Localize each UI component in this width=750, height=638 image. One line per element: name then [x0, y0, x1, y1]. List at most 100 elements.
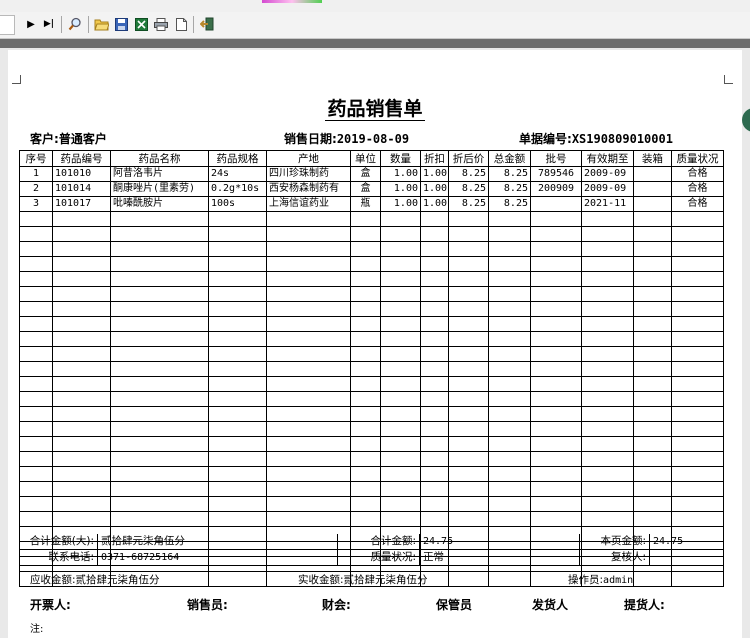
- empty-cell: [420, 496, 449, 512]
- empty-cell: [208, 481, 267, 497]
- cell-batch-no: [530, 196, 582, 212]
- empty-cell: [633, 361, 672, 377]
- empty-cell: [110, 241, 209, 257]
- empty-cell: [448, 466, 489, 482]
- empty-cell: [52, 451, 111, 467]
- save-button[interactable]: [112, 15, 130, 33]
- empty-cell: [208, 406, 267, 422]
- preview-toolbar: ▶ ▶|: [0, 12, 750, 39]
- receivable-info: 应收金额:贰拾肆元柒角伍分: [30, 574, 160, 586]
- empty-cell: [350, 271, 381, 287]
- page-number-input[interactable]: [0, 15, 15, 35]
- empty-cell: [671, 376, 724, 392]
- column-header: 折后价: [448, 150, 489, 167]
- empty-cell: [420, 421, 449, 437]
- empty-cell: [19, 226, 53, 242]
- empty-cell: [266, 496, 351, 512]
- empty-cell: [350, 376, 381, 392]
- open-button[interactable]: [92, 15, 110, 33]
- empty-cell: [581, 346, 634, 362]
- empty-cell: [350, 496, 381, 512]
- empty-cell: [671, 316, 724, 332]
- zoom-button[interactable]: [66, 15, 84, 33]
- empty-cell: [110, 481, 209, 497]
- empty-cell: [530, 421, 582, 437]
- empty-cell: [420, 286, 449, 302]
- empty-cell: [380, 286, 421, 302]
- table-row-empty: [19, 211, 724, 227]
- empty-cell: [420, 481, 449, 497]
- table-row-empty: [19, 331, 724, 347]
- empty-cell: [581, 391, 634, 407]
- empty-cell: [110, 316, 209, 332]
- empty-cell: [420, 361, 449, 377]
- empty-cell: [266, 241, 351, 257]
- empty-cell: [19, 211, 53, 227]
- empty-cell: [19, 511, 53, 527]
- signature-invoicer: 开票人:: [30, 598, 71, 612]
- print-button[interactable]: [152, 15, 170, 33]
- table-row-empty: [19, 256, 724, 272]
- empty-cell: [488, 421, 531, 437]
- empty-cell: [19, 271, 53, 287]
- empty-cell: [671, 361, 724, 377]
- empty-cell: [633, 346, 672, 362]
- empty-cell: [671, 241, 724, 257]
- empty-cell: [420, 256, 449, 272]
- empty-cell: [488, 406, 531, 422]
- empty-cell: [110, 256, 209, 272]
- empty-cell: [530, 331, 582, 347]
- empty-cell: [581, 331, 634, 347]
- empty-cell: [52, 511, 111, 527]
- empty-cell: [208, 256, 267, 272]
- empty-cell: [350, 421, 381, 437]
- summary-table: 合计金额(大): 贰拾肆元柒角伍分 合计金额: 24.75 本页金额: 24.7…: [19, 534, 724, 566]
- sales-items-table: 序号 药品编号 药品名称 药品规格 产地 单位 数量 折扣 折后价 总金额 批号…: [19, 150, 724, 587]
- empty-cell: [19, 316, 53, 332]
- empty-cell: [633, 421, 672, 437]
- table-row-empty: [19, 241, 724, 257]
- empty-cell: [488, 226, 531, 242]
- table-row-empty: [19, 376, 724, 392]
- empty-cell: [208, 286, 267, 302]
- empty-cell: [52, 241, 111, 257]
- quality-value: 正常: [419, 549, 580, 566]
- empty-cell: [581, 436, 634, 452]
- empty-cell: [208, 346, 267, 362]
- empty-cell: [110, 331, 209, 347]
- empty-cell: [581, 496, 634, 512]
- exit-button[interactable]: [198, 15, 216, 33]
- empty-cell: [19, 451, 53, 467]
- empty-cell: [208, 241, 267, 257]
- empty-cell: [208, 226, 267, 242]
- empty-cell: [208, 511, 267, 527]
- blank-page-icon: [175, 17, 187, 31]
- empty-cell: [380, 511, 421, 527]
- next-page-button[interactable]: ▶: [22, 15, 40, 33]
- table-row: 2 101014 酮康唑片(里素劳) 0.2g*10s 西安杨森制药有 盒 1.…: [19, 181, 724, 197]
- empty-cell: [208, 301, 267, 317]
- empty-cell: [420, 241, 449, 257]
- empty-cell: [380, 421, 421, 437]
- new-page-button[interactable]: [172, 15, 190, 33]
- play-icon: ▶: [27, 18, 35, 30]
- empty-cell: [530, 271, 582, 287]
- margin-mark-top-left: [12, 75, 21, 84]
- empty-cell: [208, 571, 267, 587]
- column-header: 总金额: [488, 150, 531, 167]
- last-page-button[interactable]: ▶|: [40, 15, 58, 33]
- empty-cell: [633, 571, 672, 587]
- export-excel-button[interactable]: [132, 15, 150, 33]
- empty-cell: [581, 361, 634, 377]
- phone-label: 联系电话:: [19, 549, 98, 566]
- empty-cell: [52, 271, 111, 287]
- empty-cell: [420, 346, 449, 362]
- empty-cell: [52, 211, 111, 227]
- total-upper-value: 贰拾肆元柒角伍分: [97, 534, 338, 550]
- cell-expiry: 2009-09: [581, 181, 634, 197]
- empty-cell: [380, 391, 421, 407]
- empty-cell: [110, 451, 209, 467]
- empty-cell: [380, 301, 421, 317]
- empty-cell: [380, 436, 421, 452]
- empty-cell: [448, 286, 489, 302]
